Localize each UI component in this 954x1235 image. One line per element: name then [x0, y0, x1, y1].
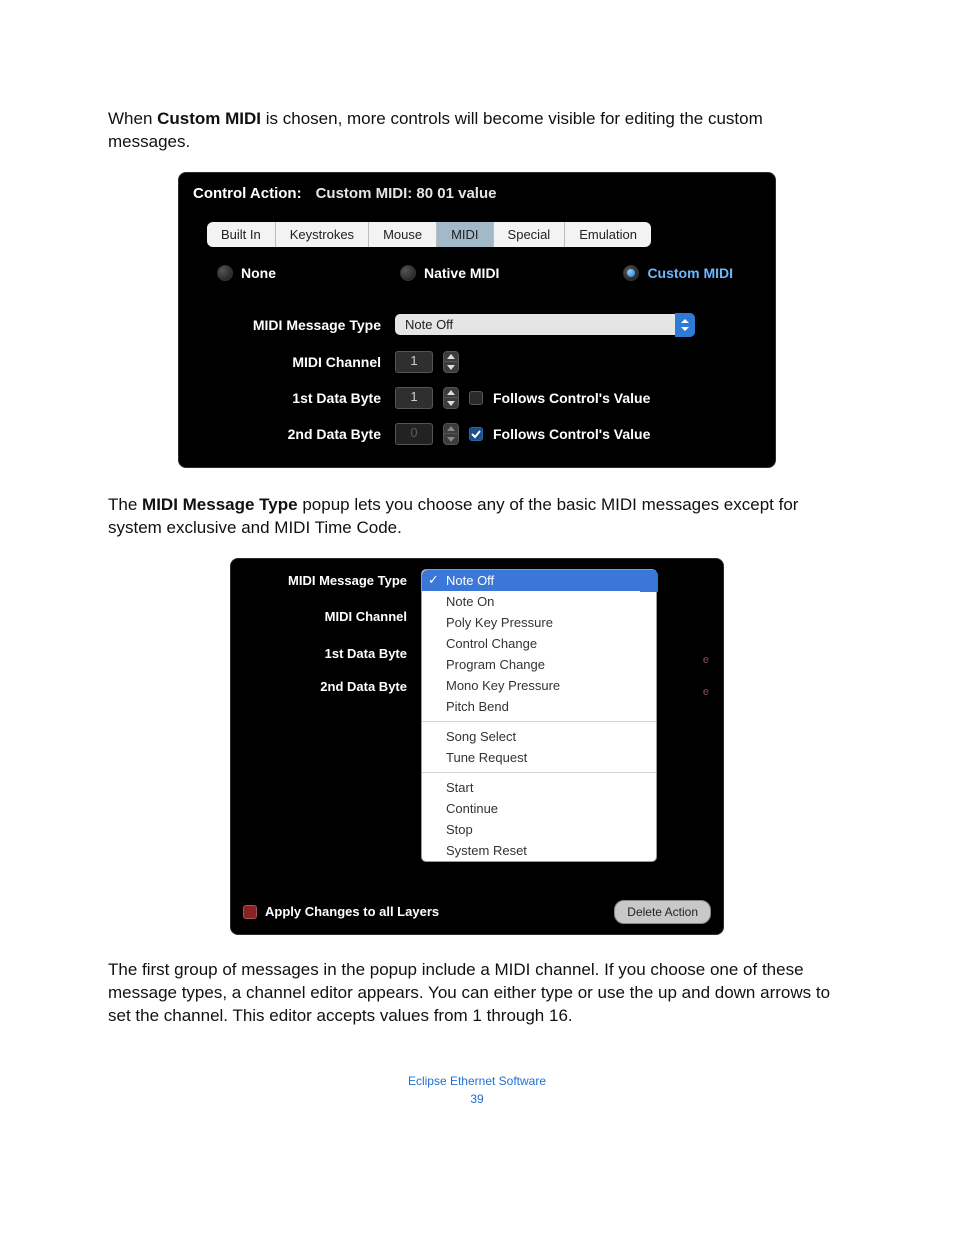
paragraph-channel-editor: The first group of messages in the popup…	[108, 959, 846, 1028]
menu-item[interactable]: Program Change	[422, 654, 656, 675]
radio-custom-midi[interactable]: Custom MIDI	[623, 265, 733, 281]
popup-value: Note Off	[395, 314, 675, 335]
midi-message-type-popup[interactable]: Note Off	[395, 313, 695, 337]
paragraph-intro: When Custom MIDI is chosen, more control…	[108, 108, 846, 154]
text: When	[108, 109, 157, 128]
updown-arrows-icon	[675, 313, 695, 337]
radio-none[interactable]: None	[217, 265, 276, 281]
radio-label: Custom MIDI	[647, 265, 733, 281]
menu-item-label: Note Off	[446, 573, 494, 588]
tab-special[interactable]: Special	[494, 222, 566, 247]
page-footer: Eclipse Ethernet Software 39	[108, 1072, 846, 1108]
control-action-value: Custom MIDI: 80 01 value	[316, 185, 497, 202]
menu-item-note-off[interactable]: ✓ Note Off	[422, 570, 656, 591]
midi-channel-field[interactable]: 1	[395, 351, 433, 373]
delete-action-button[interactable]: Delete Action	[614, 900, 711, 924]
menu-item[interactable]: Mono Key Pressure	[422, 675, 656, 696]
data2-follows-checkbox[interactable]	[469, 427, 483, 441]
menu-item[interactable]: Note On	[422, 591, 656, 612]
label-1st-data-byte: 1st Data Byte	[241, 646, 421, 661]
menu-item[interactable]: Tune Request	[422, 747, 656, 768]
stepper-down-icon[interactable]	[444, 398, 458, 408]
apply-all-layers-checkbox[interactable]	[243, 905, 257, 919]
midi-popup-panel: MIDI Message Type MIDI Channel 1 1st Dat…	[230, 558, 724, 935]
data2-field[interactable]: 0	[395, 423, 433, 445]
midi-message-type-menu[interactable]: ✓ Note Off Note On Poly Key Pressure Con…	[421, 569, 657, 862]
radio-native-midi[interactable]: Native MIDI	[400, 265, 499, 281]
menu-item[interactable]: Pitch Bend	[422, 696, 656, 717]
tab-bar: Built In Keystrokes Mouse MIDI Special E…	[207, 222, 761, 247]
checkbox-label: Follows Control's Value	[493, 426, 650, 442]
checkbox-label: Follows Control's Value	[493, 390, 650, 406]
label-midi-channel: MIDI Channel	[215, 354, 395, 370]
radio-icon	[217, 265, 233, 281]
menu-item[interactable]: Stop	[422, 819, 656, 840]
menu-separator	[422, 721, 656, 722]
tab-mouse[interactable]: Mouse	[369, 222, 437, 247]
page-number: 39	[108, 1090, 846, 1108]
menu-item[interactable]: Song Select	[422, 726, 656, 747]
control-action-label: Control Action:	[193, 185, 302, 202]
stepper-up-icon[interactable]	[444, 388, 458, 399]
tab-midi[interactable]: MIDI	[437, 222, 493, 247]
tab-emulation[interactable]: Emulation	[565, 222, 651, 247]
menu-item[interactable]: Start	[422, 777, 656, 798]
check-icon: ✓	[428, 572, 439, 588]
tab-keystrokes[interactable]: Keystrokes	[276, 222, 369, 247]
label-midi-message-type: MIDI Message Type	[241, 573, 421, 588]
text: The	[108, 495, 142, 514]
stepper-up-icon[interactable]	[444, 424, 458, 435]
radio-icon	[400, 265, 416, 281]
menu-separator	[422, 772, 656, 773]
midi-channel-stepper[interactable]	[443, 351, 459, 373]
data2-stepper[interactable]	[443, 423, 459, 445]
data1-stepper[interactable]	[443, 387, 459, 409]
label-midi-message-type: MIDI Message Type	[215, 317, 395, 333]
footer-title: Eclipse Ethernet Software	[108, 1072, 846, 1090]
label-2nd-data-byte: 2nd Data Byte	[241, 679, 421, 694]
menu-item[interactable]: System Reset	[422, 840, 656, 861]
data1-follows-checkbox[interactable]	[469, 391, 483, 405]
stepper-up-icon[interactable]	[444, 352, 458, 363]
menu-item[interactable]: Control Change	[422, 633, 656, 654]
stepper-down-icon[interactable]	[444, 362, 458, 372]
menu-item[interactable]: Continue	[422, 798, 656, 819]
menu-item[interactable]: Poly Key Pressure	[422, 612, 656, 633]
label-2nd-data-byte: 2nd Data Byte	[215, 426, 395, 442]
text-bold: MIDI Message Type	[142, 495, 298, 514]
radio-label: None	[241, 265, 276, 281]
paragraph-popup: The MIDI Message Type popup lets you cho…	[108, 494, 846, 540]
label-1st-data-byte: 1st Data Byte	[215, 390, 395, 406]
checkbox-label: Apply Changes to all Layers	[265, 904, 439, 919]
radio-icon	[623, 265, 639, 281]
label-midi-channel: MIDI Channel	[241, 609, 421, 624]
control-action-panel: Control Action: Custom MIDI: 80 01 value…	[178, 172, 776, 468]
tab-built-in[interactable]: Built In	[207, 222, 276, 247]
data1-field[interactable]: 1	[395, 387, 433, 409]
stepper-down-icon[interactable]	[444, 434, 458, 444]
radio-label: Native MIDI	[424, 265, 499, 281]
panel-header: Control Action: Custom MIDI: 80 01 value	[179, 173, 775, 208]
text-bold: Custom MIDI	[157, 109, 261, 128]
